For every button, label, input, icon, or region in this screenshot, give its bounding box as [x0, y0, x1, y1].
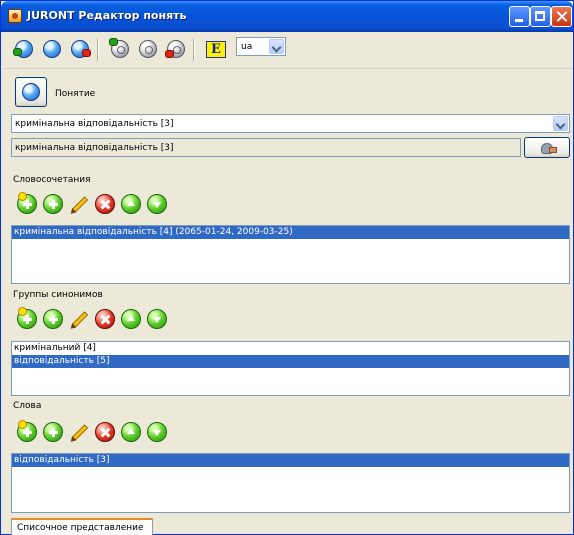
app-icon: [8, 9, 22, 23]
concept-delete-icon[interactable]: [69, 38, 91, 60]
list-item[interactable]: кримінальний [4]: [12, 342, 569, 355]
toolbar-separator: [193, 39, 195, 61]
app-window: JURONT Редактор понять E ua Понятие крим…: [0, 0, 574, 535]
refresh-add-icon[interactable]: [17, 307, 37, 329]
disk-delete-icon[interactable]: [165, 38, 187, 60]
disk-add-icon[interactable]: [109, 38, 131, 60]
language-value: ua: [241, 42, 253, 52]
words-list[interactable]: відповідальність [3]: [11, 453, 570, 513]
concept-button[interactable]: [15, 77, 47, 107]
disk-icon[interactable]: [137, 38, 159, 60]
close-button[interactable]: [551, 6, 572, 27]
move-up-icon[interactable]: [121, 422, 141, 442]
toolbar: E ua: [3, 32, 573, 68]
maximize-button[interactable]: [530, 6, 551, 27]
tab-list-view-label: Списочное представление: [17, 523, 144, 533]
concept-field[interactable]: кримінальна відповідальність [3]: [11, 138, 521, 157]
list-item[interactable]: кримінальна відповідальність [4] (2065-0…: [12, 226, 569, 239]
phrases-list[interactable]: кримінальна відповідальність [4] (2065-0…: [11, 225, 570, 284]
synonyms-label: Группы синонимов: [13, 290, 103, 300]
move-down-icon[interactable]: [147, 422, 167, 442]
language-select[interactable]: ua: [236, 37, 286, 56]
edit-pencil-icon[interactable]: [68, 194, 89, 216]
concept-label: Понятие: [55, 89, 96, 99]
window-title: JURONT Редактор понять: [27, 9, 187, 22]
delete-icon[interactable]: [95, 194, 115, 214]
concept-select-value: кримінальна відповідальність [3]: [15, 119, 174, 129]
edit-pencil-icon[interactable]: [68, 422, 89, 444]
minimize-button[interactable]: [509, 6, 530, 27]
move-down-icon[interactable]: [147, 309, 167, 329]
list-item[interactable]: відповідальність [5]: [12, 355, 569, 368]
synonyms-list[interactable]: кримінальний [4] відповідальність [5]: [11, 341, 570, 396]
synonyms-toolbar: [17, 307, 187, 331]
edit-concept-button[interactable]: [524, 137, 570, 158]
refresh-add-icon[interactable]: [17, 420, 37, 442]
concept-view-icon[interactable]: [41, 38, 63, 60]
add-icon[interactable]: [43, 309, 63, 329]
concept-icon: [22, 83, 40, 101]
phrases-label: Словосочетания: [13, 175, 91, 185]
phrases-toolbar: [17, 192, 187, 216]
concept-add-icon[interactable]: [13, 38, 35, 60]
main-panel: Понятие кримінальна відповідальність [3]…: [3, 68, 573, 535]
words-toolbar: [17, 420, 187, 444]
title-bar[interactable]: JURONT Редактор понять: [1, 1, 573, 32]
move-up-icon[interactable]: [121, 309, 141, 329]
toolbar-separator: [97, 39, 99, 61]
move-up-icon[interactable]: [121, 194, 141, 214]
edit-pencil-icon[interactable]: [68, 309, 89, 331]
english-e-icon[interactable]: E: [205, 38, 227, 60]
delete-icon[interactable]: [95, 309, 115, 329]
move-down-icon[interactable]: [147, 194, 167, 214]
add-icon[interactable]: [43, 422, 63, 442]
refresh-add-icon[interactable]: [17, 192, 37, 214]
words-label: Слова: [13, 401, 42, 411]
chevron-down-icon[interactable]: [553, 116, 568, 131]
concept-field-value: кримінальна відповідальність [3]: [15, 143, 174, 153]
add-icon[interactable]: [43, 194, 63, 214]
list-item[interactable]: відповідальність [3]: [12, 454, 569, 467]
delete-icon[interactable]: [95, 422, 115, 442]
tab-list-view[interactable]: Списочное представление: [11, 518, 153, 535]
chevron-down-icon[interactable]: [269, 39, 284, 54]
concept-select[interactable]: кримінальна відповідальність [3]: [11, 114, 570, 133]
